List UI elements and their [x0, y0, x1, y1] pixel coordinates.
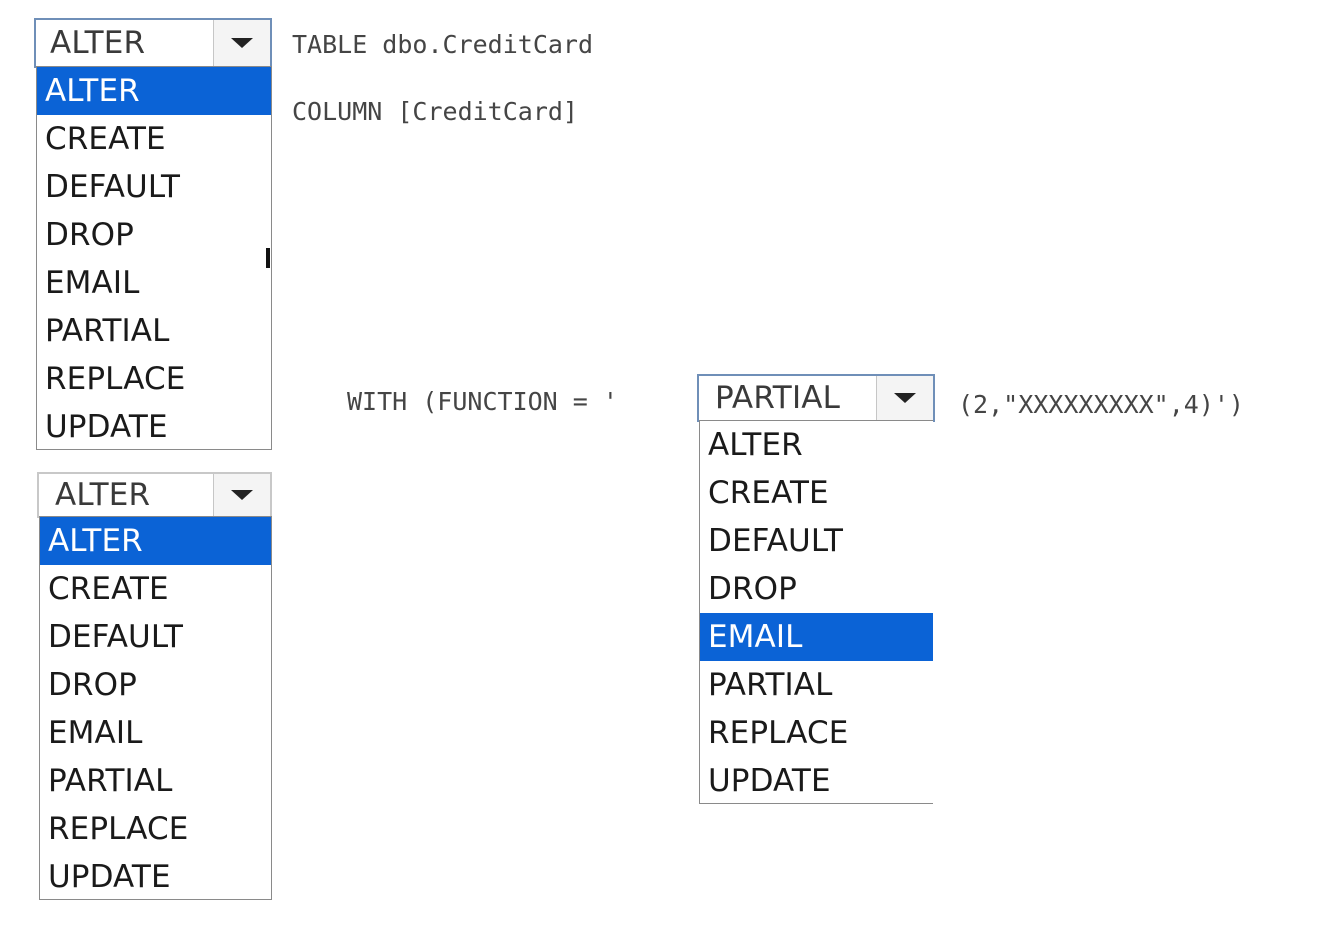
statement-dropdown-2[interactable]: ALTER ALTER CREATE DEFAULT DROP EMAIL PA…	[37, 472, 272, 900]
dropdown-3-option[interactable]: ALTER	[700, 421, 933, 469]
dropdown-3-selected-value: PARTIAL	[715, 380, 841, 416]
chevron-down-icon	[231, 490, 253, 500]
dropdown-3-option[interactable]: REPLACE	[700, 709, 933, 757]
dropdown-1-option[interactable]: EMAIL	[37, 259, 271, 307]
cursor-mark	[266, 248, 270, 268]
dropdown-1-arrow-button[interactable]	[213, 20, 270, 66]
dropdown-2-option[interactable]: EMAIL	[40, 709, 271, 757]
dropdown-1-option[interactable]: UPDATE	[37, 403, 271, 451]
dropdown-1-selected-value: ALTER	[50, 25, 146, 61]
dropdown-2-option[interactable]: UPDATE	[40, 853, 271, 901]
dropdown-2-selected-value: ALTER	[55, 477, 151, 513]
dropdown-2-option[interactable]: CREATE	[40, 565, 271, 613]
code-line-table: TABLE dbo.CreditCard	[292, 30, 594, 59]
dropdown-3-options: ALTER CREATE DEFAULT DROP EMAIL PARTIAL …	[699, 420, 933, 804]
dropdown-1-options: ALTER CREATE DEFAULT DROP EMAIL PARTIAL …	[36, 66, 272, 450]
dropdown-1-option[interactable]: PARTIAL	[37, 307, 271, 355]
dropdown-1-option[interactable]: DROP	[37, 211, 271, 259]
dropdown-3-option[interactable]: DEFAULT	[700, 517, 933, 565]
dropdown-1-option[interactable]: ALTER	[37, 67, 271, 115]
dropdown-3-option[interactable]: DROP	[700, 565, 933, 613]
dropdown-3-option[interactable]: UPDATE	[700, 757, 933, 805]
dropdown-1-option[interactable]: DEFAULT	[37, 163, 271, 211]
dropdown-1-header[interactable]: ALTER	[34, 18, 272, 68]
dropdown-3-option[interactable]: PARTIAL	[700, 661, 933, 709]
dropdown-2-option[interactable]: PARTIAL	[40, 757, 271, 805]
dropdown-2-option[interactable]: DEFAULT	[40, 613, 271, 661]
code-with-function-suffix: (2,"XXXXXXXXX",4)')	[958, 390, 1244, 419]
code-line-column: COLUMN [CreditCard]	[292, 97, 578, 126]
chevron-down-icon	[231, 38, 253, 48]
chevron-down-icon	[894, 393, 916, 403]
dropdown-3-option[interactable]: EMAIL	[700, 613, 933, 661]
statement-dropdown-1[interactable]: ALTER ALTER CREATE DEFAULT DROP EMAIL PA…	[34, 18, 272, 450]
dropdown-2-header[interactable]: ALTER	[37, 472, 272, 518]
dropdown-2-options: ALTER CREATE DEFAULT DROP EMAIL PARTIAL …	[39, 516, 272, 900]
dropdown-3-header[interactable]: PARTIAL	[697, 374, 935, 422]
dropdown-2-arrow-button[interactable]	[213, 474, 270, 516]
dropdown-3-option[interactable]: CREATE	[700, 469, 933, 517]
dropdown-2-option[interactable]: REPLACE	[40, 805, 271, 853]
function-dropdown[interactable]: PARTIAL ALTER CREATE DEFAULT DROP EMAIL …	[697, 374, 935, 806]
dropdown-2-option[interactable]: ALTER	[40, 517, 271, 565]
dropdown-1-option[interactable]: REPLACE	[37, 355, 271, 403]
code-with-function-prefix: WITH (FUNCTION = '	[347, 387, 618, 416]
dropdown-1-option[interactable]: CREATE	[37, 115, 271, 163]
dropdown-3-arrow-button[interactable]	[876, 376, 933, 420]
dropdown-2-option[interactable]: DROP	[40, 661, 271, 709]
